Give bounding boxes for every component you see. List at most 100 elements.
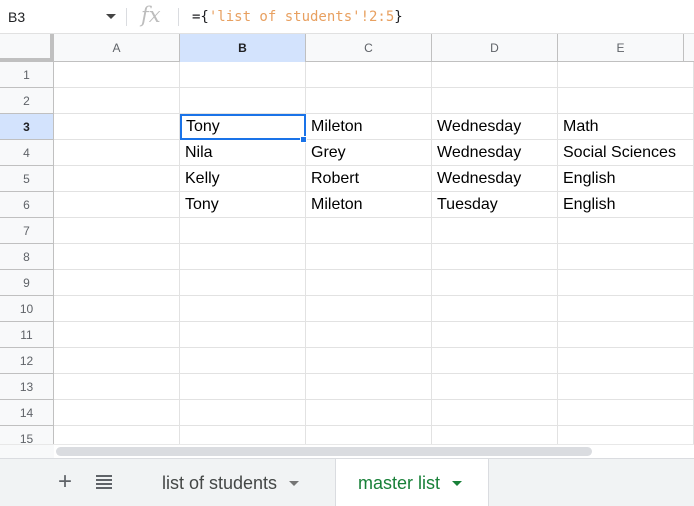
cell-e1[interactable] [558, 62, 694, 88]
cell-c15[interactable] [306, 426, 432, 444]
cell-d5[interactable]: Wednesday [432, 166, 558, 192]
row-header-8[interactable]: 8 [0, 244, 54, 270]
row-header-9[interactable]: 9 [0, 270, 54, 296]
scrollbar-thumb[interactable] [56, 447, 592, 456]
cell-d4[interactable]: Wednesday [432, 140, 558, 166]
row-header-11[interactable]: 11 [0, 322, 54, 348]
cell-b12[interactable] [180, 348, 306, 374]
cell-c9[interactable] [306, 270, 432, 296]
row-header-6[interactable]: 6 [0, 192, 54, 218]
plus-icon[interactable]: + [52, 469, 78, 495]
cell-d3[interactable]: Wednesday [432, 114, 558, 140]
cell-c3[interactable]: Mileton [306, 114, 432, 140]
cell-e2[interactable] [558, 88, 694, 114]
cell-reference[interactable]: B3 [8, 9, 25, 25]
cell-d15[interactable] [432, 426, 558, 444]
cell-b9[interactable] [180, 270, 306, 296]
cell-c14[interactable] [306, 400, 432, 426]
cell-c4[interactable]: Grey [306, 140, 432, 166]
cell-a14[interactable] [54, 400, 180, 426]
cell-a10[interactable] [54, 296, 180, 322]
cell-e12[interactable] [558, 348, 694, 374]
row-header-2[interactable]: 2 [0, 88, 54, 114]
cell-e11[interactable] [558, 322, 694, 348]
cell-c1[interactable] [306, 62, 432, 88]
cell-e3[interactable]: Math [558, 114, 694, 140]
row-header-13[interactable]: 13 [0, 374, 54, 400]
cell-e15[interactable] [558, 426, 694, 444]
cell-b3[interactable]: Tony [180, 114, 306, 140]
cell-b8[interactable] [180, 244, 306, 270]
sheet-tab-list-of-students[interactable]: list of students [140, 459, 336, 506]
horizontal-scrollbar[interactable] [54, 444, 694, 458]
cell-c6[interactable]: Mileton [306, 192, 432, 218]
cell-d13[interactable] [432, 374, 558, 400]
cell-a9[interactable] [54, 270, 180, 296]
cell-b10[interactable] [180, 296, 306, 322]
chevron-down-icon[interactable] [452, 480, 463, 486]
cell-c12[interactable] [306, 348, 432, 374]
cell-a7[interactable] [54, 218, 180, 244]
cell-d2[interactable] [432, 88, 558, 114]
spreadsheet-grid[interactable]: A B C D E 1 2 3 Tony Mileton Wednesday M… [0, 34, 694, 444]
row-header-12[interactable]: 12 [0, 348, 54, 374]
cell-d10[interactable] [432, 296, 558, 322]
cell-e9[interactable] [558, 270, 694, 296]
cell-b7[interactable] [180, 218, 306, 244]
cell-c10[interactable] [306, 296, 432, 322]
cell-e6[interactable]: English [558, 192, 694, 218]
cell-d14[interactable] [432, 400, 558, 426]
cell-b4[interactable]: Nila [180, 140, 306, 166]
chevron-down-icon[interactable] [289, 480, 300, 486]
row-header-1[interactable]: 1 [0, 62, 54, 88]
cell-c7[interactable] [306, 218, 432, 244]
select-all-corner[interactable] [0, 34, 54, 62]
cell-a5[interactable] [54, 166, 180, 192]
cell-e14[interactable] [558, 400, 694, 426]
cell-d9[interactable] [432, 270, 558, 296]
cell-b13[interactable] [180, 374, 306, 400]
cell-a13[interactable] [54, 374, 180, 400]
cell-a1[interactable] [54, 62, 180, 88]
cell-a2[interactable] [54, 88, 180, 114]
cell-b6[interactable]: Tony [180, 192, 306, 218]
cell-a15[interactable] [54, 426, 180, 444]
cell-b5[interactable]: Kelly [180, 166, 306, 192]
cell-c2[interactable] [306, 88, 432, 114]
cell-c5[interactable]: Robert [306, 166, 432, 192]
cell-a11[interactable] [54, 322, 180, 348]
column-header-b[interactable]: B [180, 34, 306, 62]
column-header-e[interactable]: E [558, 34, 684, 62]
row-header-10[interactable]: 10 [0, 296, 54, 322]
cell-a6[interactable] [54, 192, 180, 218]
row-header-7[interactable]: 7 [0, 218, 54, 244]
row-header-3[interactable]: 3 [0, 114, 54, 140]
cell-d1[interactable] [432, 62, 558, 88]
cell-d8[interactable] [432, 244, 558, 270]
cell-b14[interactable] [180, 400, 306, 426]
cell-c11[interactable] [306, 322, 432, 348]
cell-a3[interactable] [54, 114, 180, 140]
name-box[interactable]: B3 [0, 0, 126, 34]
fill-handle[interactable] [300, 136, 307, 143]
cell-a8[interactable] [54, 244, 180, 270]
row-header-15[interactable]: 15 [0, 426, 54, 444]
column-header-a[interactable]: A [54, 34, 180, 62]
cell-a12[interactable] [54, 348, 180, 374]
cell-e8[interactable] [558, 244, 694, 270]
row-header-5[interactable]: 5 [0, 166, 54, 192]
cell-d12[interactable] [432, 348, 558, 374]
cell-b1[interactable] [180, 62, 306, 88]
cell-d6[interactable]: Tuesday [432, 192, 558, 218]
cell-e10[interactable] [558, 296, 694, 322]
cell-c8[interactable] [306, 244, 432, 270]
chevron-down-icon[interactable] [106, 14, 116, 19]
sheet-tab-master-list[interactable]: master list [335, 459, 489, 506]
cell-e7[interactable] [558, 218, 694, 244]
cell-e5[interactable]: English [558, 166, 694, 192]
cell-b2[interactable] [180, 88, 306, 114]
cell-b11[interactable] [180, 322, 306, 348]
cell-d11[interactable] [432, 322, 558, 348]
cell-a4[interactable] [54, 140, 180, 166]
row-header-4[interactable]: 4 [0, 140, 54, 166]
